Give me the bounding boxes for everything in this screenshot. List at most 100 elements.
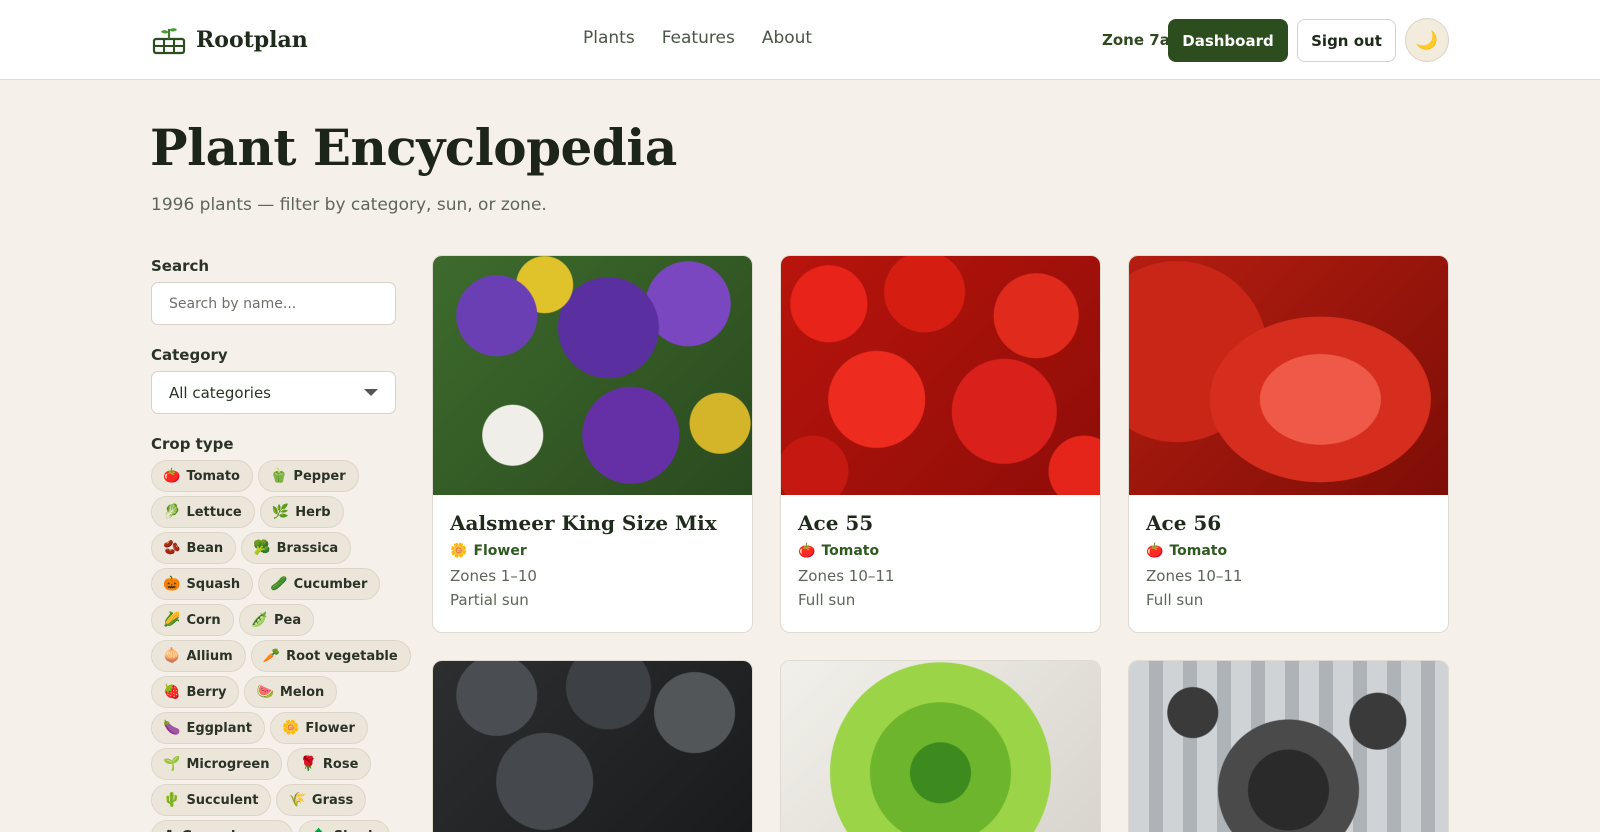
chevron-down-icon [364,389,378,396]
crop-chip-corn[interactable]: 🌽 Corn [151,604,234,636]
rose-icon: 🌹 [299,756,317,772]
crop-chip-label: Herb [295,504,331,520]
crop-chip-shrub[interactable]: 🌲Shrub [298,820,391,832]
plant-name: Ace 56 [1146,511,1222,535]
crop-chip-label: Brassica [276,540,339,556]
tomato-icon: 🍅 [163,468,181,484]
berry-icon: 🍓 [163,684,181,700]
nav-features[interactable]: Features [662,28,735,48]
plant-photo [433,661,752,832]
plant-photo [781,256,1100,495]
plant-category: 🍅 Tomato [798,543,1083,559]
plant-sun: Full sun [1146,591,1204,609]
crop-chip-label: Tomato [186,468,240,484]
plant-card[interactable]: Ace 56 🍅 Tomato Zones 10–11 Full sun [1128,255,1449,633]
plant-category-label: Tomato [821,543,880,559]
crop-chip-label: Allium [186,648,233,664]
plant-photo [433,256,752,495]
lettuce-icon: 🥬 [163,504,181,520]
sign-out-button[interactable]: Sign out [1297,19,1396,62]
crop-chip-label: Root vegetable [286,648,398,664]
plant-photo [1129,661,1448,832]
pea-icon: 🫛 [250,612,269,628]
plant-sun: Partial sun [450,591,529,609]
plant-zones: Zones 10–11 [1146,567,1243,585]
succulent-icon: 🌵 [163,792,181,808]
nav-about[interactable]: About [762,28,812,48]
crop-chip-label: Bean [186,540,224,556]
category-select-value: All categories [169,383,271,402]
page-subtitle: 1996 plants — filter by category, sun, o… [151,195,547,215]
planter-icon [152,28,186,55]
crop-type-label: Crop type [151,435,234,453]
cucumber-icon: 🥒 [270,576,288,592]
plant-category: 🍅 Tomato [1146,543,1431,559]
crop-chip-label: Shrub [334,829,378,832]
main-nav: Plants Features About [583,28,812,48]
crop-chip-tomato[interactable]: 🍅 Tomato [151,460,253,492]
plant-category: 🌼 Flower [450,543,735,559]
crop-chip-label: Flower [305,720,355,736]
crop-chip-label: Microgreen [186,756,270,772]
tomato-icon: 🍅 [1146,543,1164,559]
crop-chip-root-vegetable[interactable]: 🥕 Root vegetable [250,640,411,672]
crop-chip-flower[interactable]: 🌼 Flower [269,712,368,744]
crop-chip-squash[interactable]: 🎃 Squash [151,568,254,600]
crop-chip-label: Succulent [186,792,259,808]
page-title: Plant Encyclopedia [150,118,677,177]
crop-chip-label: Grass [311,792,354,808]
crop-chip-label: Eggplant [186,720,252,736]
brand-logo[interactable]: Rootplan [152,22,308,58]
bean-icon: 🫘 [163,540,181,556]
category-select[interactable]: All categories [151,371,396,414]
tomato-icon: 🍅 [798,543,816,559]
brassica-icon: 🥦 [253,540,271,556]
crop-chip-ground-cover[interactable]: ☘Ground cover [151,820,294,832]
plant-card[interactable]: Aalsmeer King Size Mix 🌼 Flower Zones 1–… [432,255,753,633]
zone-indicator[interactable]: Zone 7a [1102,31,1170,49]
corn-icon: 🌽 [163,612,181,628]
search-input[interactable] [151,282,396,325]
crop-chip-herb[interactable]: 🌿 Herb [259,496,344,528]
crop-chip-melon[interactable]: 🍉 Melon [244,676,338,708]
top-navbar: Rootplan Plants Features About Zone 7a D… [0,0,1600,80]
crop-chip-label: Melon [279,684,325,700]
plant-zones: Zones 1–10 [450,567,537,585]
crop-chip-berry[interactable]: 🍓 Berry [151,676,240,708]
crop-chip-bean[interactable]: 🫘 Bean [151,532,237,564]
crop-chip-label: Berry [186,684,227,700]
crop-chip-brassica[interactable]: 🥦 Brassica [241,532,352,564]
crop-chip-eggplant[interactable]: 🍆 Eggplant [151,712,265,744]
nav-plants[interactable]: Plants [583,28,635,48]
plant-card[interactable] [780,660,1101,832]
crop-chip-lettuce[interactable]: 🥬 Lettuce [151,496,255,528]
crop-type-chips: 🍅 Tomato 🫑 Pepper 🥬 Lettuce 🌿 Herb 🫘 Bean 🥦 Brassic… [151,460,411,832]
plant-zones: Zones 10–11 [798,567,895,585]
crop-chip-pepper[interactable]: 🫑 Pepper [257,460,359,492]
crop-chip-allium[interactable]: 🧅 Allium [151,640,246,672]
theme-toggle-button[interactable]: 🌙 [1405,18,1449,62]
crop-chip-label: Ground cover [182,829,281,832]
squash-icon: 🎃 [163,576,181,592]
brand-name: Rootplan [196,27,308,53]
crop-chip-pea[interactable]: 🫛 Pea [238,604,315,636]
crop-chip-grass[interactable]: 🌾 Grass [276,784,367,816]
crop-chip-label: Corn [186,612,221,628]
plant-card[interactable] [432,660,753,832]
crop-chip-rose[interactable]: 🌹 Rose [287,748,372,780]
plant-card[interactable]: Ace 55 🍅 Tomato Zones 10–11 Full sun [780,255,1101,633]
crop-chip-microgreen[interactable]: 🌱 Microgreen [151,748,283,780]
moon-icon: 🌙 [1415,29,1439,50]
allium-icon: 🧅 [163,648,181,664]
pepper-icon: 🫑 [269,468,288,484]
crop-chip-label: Rose [322,756,359,772]
plant-card[interactable] [1128,660,1449,832]
plant-name: Ace 55 [798,511,874,535]
crop-chip-succulent[interactable]: 🌵 Succulent [151,784,272,816]
crop-chip-cucumber[interactable]: 🥒 Cucumber [258,568,381,600]
root-vegetable-icon: 🥕 [262,648,281,664]
flower-icon: 🌼 [281,720,300,736]
dashboard-button[interactable]: Dashboard [1168,19,1288,62]
plant-name: Aalsmeer King Size Mix [450,511,717,535]
category-label: Category [151,346,228,364]
